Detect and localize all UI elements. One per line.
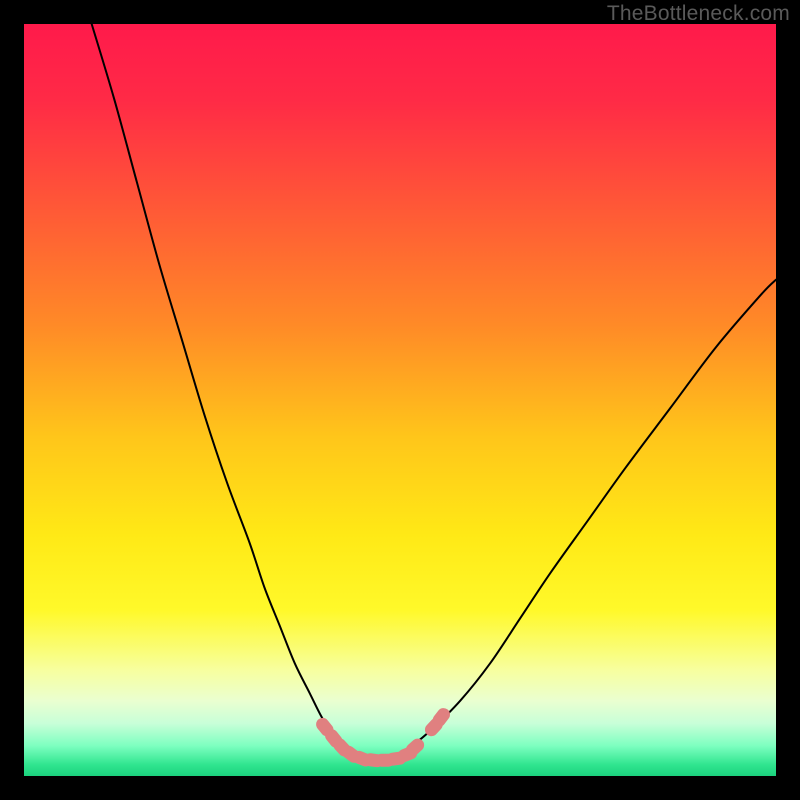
watermark-text: TheBottleneck.com (607, 2, 790, 26)
chart-frame: TheBottleneck.com (0, 0, 800, 800)
bottleneck-chart (24, 24, 776, 776)
gradient-background (24, 24, 776, 776)
